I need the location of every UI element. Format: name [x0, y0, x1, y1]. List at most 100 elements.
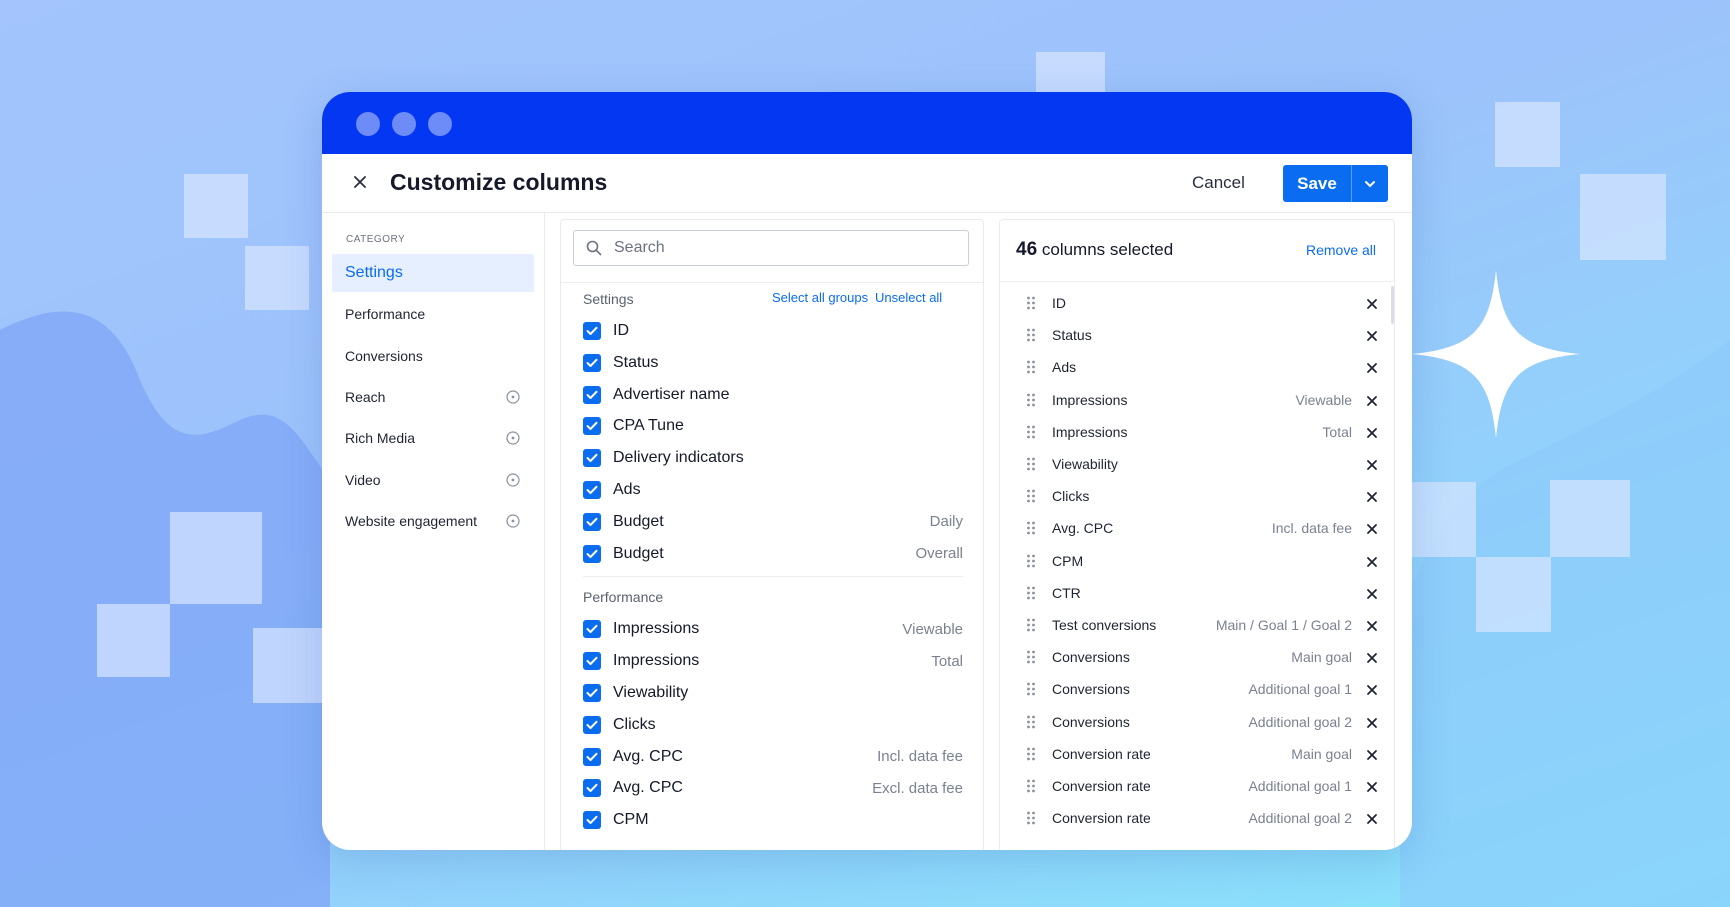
remove-column-icon[interactable]	[1366, 587, 1378, 599]
checkbox[interactable]	[583, 544, 601, 563]
column-option-label: Avg. CPC	[613, 747, 683, 765]
remove-column-icon[interactable]	[1366, 716, 1378, 728]
sidebar-item-label: Rich Media	[345, 430, 416, 447]
remove-column-icon[interactable]	[1366, 329, 1378, 342]
drag-handle-icon[interactable]	[1026, 618, 1036, 632]
remove-column-icon[interactable]	[1366, 426, 1378, 438]
save-options-button[interactable]	[1351, 165, 1388, 202]
checkbox[interactable]	[583, 620, 601, 639]
drag-handle-icon[interactable]	[1026, 360, 1036, 374]
checkbox[interactable]	[583, 322, 601, 340]
sidebar-item-conversions[interactable]: Conversions	[332, 337, 534, 375]
checkbox[interactable]	[583, 779, 601, 798]
checkbox[interactable]	[583, 811, 601, 830]
sidebar-item-settings[interactable]: Settings	[332, 254, 534, 292]
drag-handle-icon[interactable]	[1026, 650, 1036, 664]
selected-column-variant: Main goal	[1291, 649, 1352, 666]
remove-all-link[interactable]: Remove all	[1306, 242, 1376, 258]
checkbox[interactable]	[583, 684, 601, 702]
selected-count-label: columns selected	[1041, 240, 1174, 259]
remove-column-icon[interactable]	[1366, 394, 1378, 406]
sidebar-item-performance[interactable]: Performance	[332, 295, 534, 333]
unselect-all-link[interactable]: Unselect all	[875, 290, 942, 305]
decor-square	[1580, 174, 1666, 260]
sidebar-item-video[interactable]: Video	[332, 461, 534, 499]
remove-column-icon[interactable]	[1366, 361, 1378, 374]
column-option: Impressions Total	[583, 648, 963, 674]
window-dot[interactable]	[392, 112, 416, 136]
window-dot[interactable]	[356, 112, 380, 136]
column-option: Avg. CPC Excl. data fee	[583, 775, 963, 801]
column-option: CPM	[583, 807, 963, 833]
column-option-label: Clicks	[613, 715, 656, 733]
save-button[interactable]: Save	[1283, 165, 1351, 202]
drag-handle-icon[interactable]	[1026, 811, 1036, 825]
selected-column-variant: Additional goal 2	[1248, 810, 1352, 827]
drag-handle-icon[interactable]	[1026, 457, 1036, 471]
remove-column-icon[interactable]	[1366, 619, 1378, 631]
remove-column-icon[interactable]	[1366, 297, 1378, 309]
selected-column-item: ID	[1026, 290, 1378, 316]
checkbox[interactable]	[583, 652, 601, 671]
column-option-label: Status	[613, 353, 659, 371]
column-option-variant: Incl. data fee	[877, 748, 963, 766]
scrollbar[interactable]	[1391, 286, 1394, 324]
column-option: Budget Daily	[583, 509, 963, 535]
column-option: Ads	[583, 477, 963, 503]
checkbox[interactable]	[583, 747, 601, 766]
drag-handle-icon[interactable]	[1026, 489, 1036, 503]
info-icon[interactable]	[506, 390, 520, 404]
info-icon[interactable]	[506, 472, 520, 487]
drag-handle-icon[interactable]	[1026, 779, 1036, 793]
remove-column-icon[interactable]	[1366, 458, 1378, 470]
remove-column-icon[interactable]	[1366, 522, 1378, 535]
column-option: Budget Overall	[583, 541, 963, 567]
remove-column-icon[interactable]	[1366, 683, 1378, 696]
checkbox[interactable]	[583, 385, 601, 404]
remove-column-icon[interactable]	[1366, 490, 1378, 503]
checkbox[interactable]	[583, 512, 601, 531]
column-option-variant: Excl. data fee	[872, 779, 963, 797]
dialog-header: Customize columns Cancel Save	[322, 154, 1412, 213]
drag-handle-icon[interactable]	[1026, 554, 1036, 568]
info-icon[interactable]	[506, 431, 520, 445]
drag-handle-icon[interactable]	[1026, 296, 1036, 310]
column-option-label: CPA Tune	[613, 417, 684, 435]
drag-handle-icon[interactable]	[1026, 393, 1036, 407]
checkbox[interactable]	[583, 449, 601, 468]
drag-handle-icon[interactable]	[1026, 682, 1036, 696]
sidebar-item-website-engagement[interactable]: Website engagement	[332, 502, 534, 540]
checkbox[interactable]	[583, 353, 601, 372]
drag-handle-icon[interactable]	[1026, 747, 1036, 761]
select-all-groups-link[interactable]: Select all groups	[772, 290, 868, 305]
remove-column-icon[interactable]	[1366, 748, 1378, 760]
remove-column-icon[interactable]	[1366, 555, 1378, 567]
selected-column-label: Conversion rate	[1052, 778, 1151, 794]
sidebar-item-reach[interactable]: Reach	[332, 378, 534, 416]
checkbox[interactable]	[583, 417, 601, 436]
remove-column-icon[interactable]	[1366, 780, 1378, 792]
search-input[interactable]	[614, 231, 954, 265]
info-icon[interactable]	[506, 514, 520, 528]
group-divider	[583, 576, 963, 578]
drag-handle-icon[interactable]	[1026, 521, 1036, 535]
remove-column-icon[interactable]	[1366, 651, 1378, 664]
window-dot[interactable]	[428, 112, 452, 136]
drag-handle-icon[interactable]	[1026, 586, 1036, 600]
drag-handle-icon[interactable]	[1026, 425, 1036, 439]
drag-handle-icon[interactable]	[1026, 715, 1036, 729]
checkbox[interactable]	[583, 481, 601, 499]
sidebar-item-rich-media[interactable]: Rich Media	[332, 419, 534, 457]
sidebar-item-label: Performance	[345, 306, 426, 323]
sidebar-item-label: Conversions	[345, 347, 423, 364]
remove-column-icon[interactable]	[1366, 812, 1378, 825]
sidebar-item-label: Video	[345, 471, 381, 488]
checkbox[interactable]	[583, 715, 601, 734]
close-icon[interactable]	[348, 170, 372, 194]
selected-count-number: 46	[1016, 239, 1038, 260]
selected-column-variant: Additional goal 1	[1248, 778, 1352, 794]
selected-column-label: CPM	[1052, 552, 1084, 569]
cancel-button[interactable]: Cancel	[1192, 168, 1245, 198]
selected-column-item: Ads	[1026, 354, 1378, 380]
drag-handle-icon[interactable]	[1026, 328, 1036, 342]
